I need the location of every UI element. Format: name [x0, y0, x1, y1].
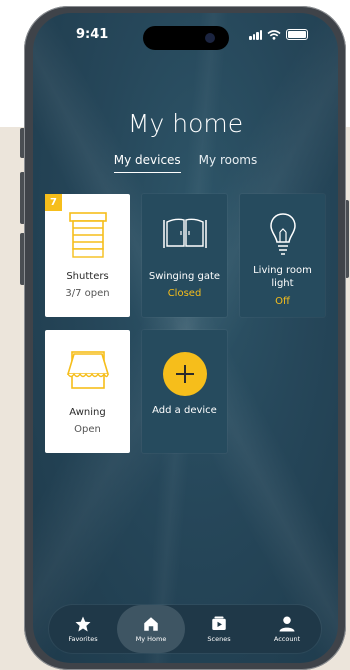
open-count-badge: 7	[45, 194, 62, 211]
battery-icon	[286, 29, 308, 40]
lightbulb-icon	[270, 213, 296, 255]
phone-screen: 9:41 My home My devices My rooms 7 Shutt…	[33, 13, 338, 663]
nav-label: Account	[273, 635, 301, 643]
nav-scenes[interactable]: Scenes	[185, 605, 253, 653]
nav-favorites[interactable]: Favorites	[49, 605, 117, 653]
device-card-living-room-light[interactable]: Living room light Off	[240, 194, 325, 317]
tab-my-rooms[interactable]: My rooms	[199, 153, 258, 173]
plus-icon	[163, 352, 207, 396]
nav-label: Favorites	[68, 635, 98, 643]
nav-account[interactable]: Account	[253, 605, 321, 653]
device-status: Off	[275, 296, 290, 307]
person-icon	[279, 616, 295, 632]
home-icon	[144, 617, 158, 631]
wifi-icon	[267, 29, 281, 40]
star-icon	[75, 616, 91, 632]
status-icons	[249, 29, 308, 40]
view-tabs: My devices My rooms	[33, 153, 338, 173]
page-title: My home	[127, 109, 244, 138]
scenes-icon	[212, 616, 226, 630]
device-status: 3/7 open	[65, 288, 110, 299]
dynamic-island	[143, 26, 229, 50]
awning-icon	[66, 351, 110, 389]
device-card-swinging-gate[interactable]: Swinging gate Closed	[142, 194, 227, 317]
cellular-signal-icon	[249, 29, 262, 40]
device-status: Open	[74, 424, 101, 435]
device-card-awning[interactable]: Awning Open	[45, 330, 130, 453]
device-status: Closed	[167, 288, 202, 299]
status-bar: 9:41	[33, 26, 338, 50]
nav-label: Scenes	[207, 635, 231, 643]
camera-icon	[205, 33, 215, 43]
tab-my-devices[interactable]: My devices	[113, 153, 181, 173]
add-device-label: Add a device	[152, 405, 217, 416]
device-name: Shutters	[66, 271, 109, 282]
device-name: Awning	[69, 407, 106, 418]
nav-my-home[interactable]: My Home	[117, 605, 185, 653]
device-name: Living room light	[253, 265, 312, 289]
status-time: 9:41	[76, 27, 109, 42]
gate-icon	[163, 218, 207, 248]
nav-label: My Home	[135, 635, 167, 643]
device-card-shutters[interactable]: 7 Shutters 3/7 open	[45, 194, 130, 317]
shutter-icon	[69, 212, 107, 258]
add-device-button[interactable]: Add a device	[142, 330, 227, 453]
bottom-nav: Favorites My Home Scenes Account	[49, 605, 321, 653]
device-name: Swinging gate	[148, 271, 221, 282]
